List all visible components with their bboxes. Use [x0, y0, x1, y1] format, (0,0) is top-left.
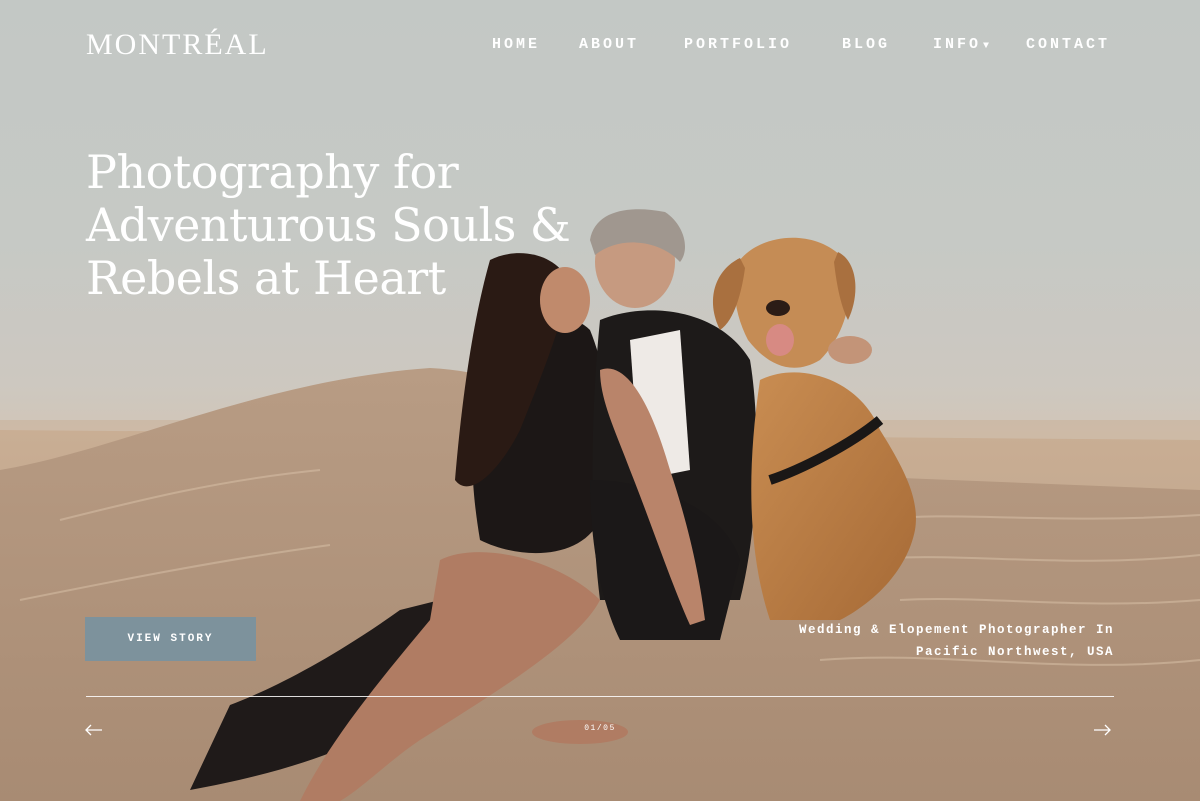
chevron-down-icon: ▼: [983, 41, 990, 52]
hero-tagline: Wedding & Elopement Photographer In Paci…: [714, 619, 1114, 663]
hero-headline-line: Rebels at Heart: [86, 251, 446, 305]
arrow-right-icon[interactable]: [1092, 721, 1112, 739]
nav-info[interactable]: INFO ▼: [933, 36, 989, 53]
nav-about[interactable]: ABOUT: [579, 36, 639, 53]
arrow-left-icon[interactable]: [84, 721, 104, 739]
nav-contact[interactable]: CONTACT: [1026, 36, 1110, 53]
nav-home[interactable]: HOME: [492, 36, 540, 53]
view-story-button[interactable]: VIEW STORY: [85, 617, 256, 661]
hero-tagline-line: Pacific Northwest, USA: [915, 645, 1114, 659]
hero-headline: Photography for Adventurous Souls & Rebe…: [86, 146, 586, 305]
hero-headline-line: Photography for: [86, 145, 459, 199]
slide-counter: 01/05: [584, 724, 616, 733]
main-nav: HOME ABOUT PORTFOLIO BLOG INFO ▼ CONTACT: [0, 36, 1200, 56]
nav-portfolio[interactable]: PORTFOLIO: [684, 36, 792, 53]
hero-headline-line: Adventurous Souls &: [86, 198, 571, 252]
hero-tagline-line: Wedding & Elopement Photographer In: [798, 623, 1114, 637]
nav-blog[interactable]: BLOG: [842, 36, 890, 53]
nav-info-label: INFO: [933, 36, 982, 53]
slider-divider: [86, 696, 1114, 697]
hero-section: MONTRÉAL HOME ABOUT PORTFOLIO BLOG INFO ▼…: [0, 0, 1200, 801]
hero-photo: [0, 209, 1200, 801]
